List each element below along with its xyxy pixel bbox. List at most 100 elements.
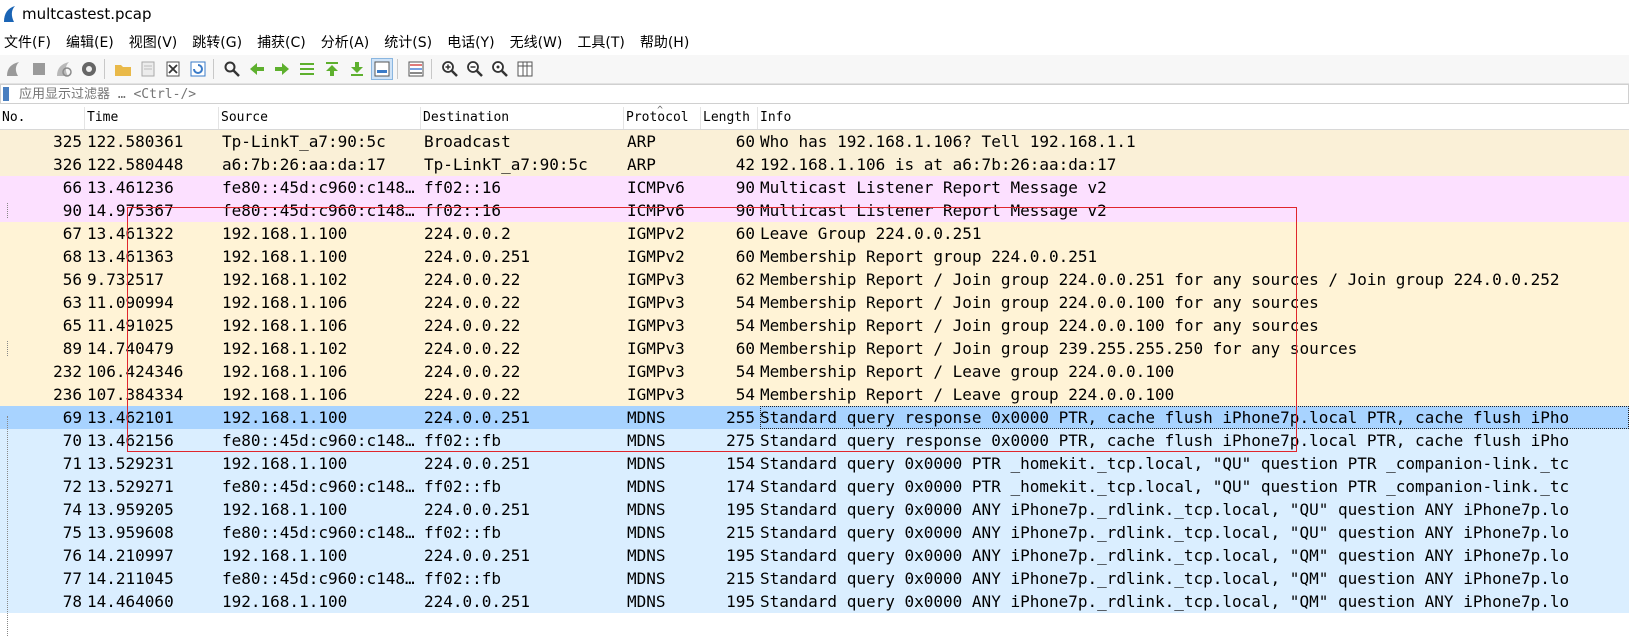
menu-statistics[interactable]: 统计(S) — [384, 32, 432, 52]
column-header-no[interactable]: No. — [0, 107, 85, 129]
auto-scroll-icon[interactable] — [371, 58, 393, 80]
packet-time: 122.580448 — [87, 155, 184, 174]
packet-protocol: IGMPv3 — [627, 339, 685, 358]
packet-destination: 224.0.0.22 — [424, 339, 521, 358]
zoom-in-icon[interactable] — [439, 58, 461, 80]
packet-info: Membership Report / Join group 224.0.0.1… — [760, 293, 1319, 312]
packet-row[interactable]: 69 13.462101 192.168.1.100 224.0.0.251 MDNS 2… — [0, 406, 1629, 429]
packet-row[interactable]: 68 13.461363 192.168.1.100 224.0.0.251 IGMPv… — [0, 245, 1629, 268]
packet-source: 192.168.1.100 — [222, 408, 348, 427]
packet-time: 13.462156 — [87, 431, 174, 450]
packet-source: 192.168.1.102 — [222, 270, 348, 289]
related-packet-tree-line — [7, 416, 8, 637]
packet-info: Membership Report / Leave group 224.0.0.… — [760, 362, 1175, 381]
packet-no: 68 — [62, 247, 82, 266]
packet-destination: ff02::fb — [424, 569, 502, 588]
open-file-icon[interactable] — [112, 58, 134, 80]
packet-source: a6:7b:26:aa:da:17 — [222, 155, 386, 174]
packet-no: 325 — [53, 132, 82, 151]
packet-protocol: MDNS — [627, 431, 666, 450]
packet-row[interactable]: 75 13.959608 fe80::45d:c960:c148… ff02::fb M… — [0, 521, 1629, 544]
start-capture-icon[interactable] — [3, 58, 25, 80]
packet-row[interactable]: 71 13.529231 192.168.1.100 224.0.0.251 MDNS 1… — [0, 452, 1629, 475]
reload-icon[interactable] — [187, 58, 209, 80]
packet-row[interactable]: 236 107.384334 192.168.1.106 224.0.0.22 IGMP… — [0, 383, 1629, 406]
colorize-icon[interactable] — [405, 58, 427, 80]
packet-row[interactable]: 325 122.580361 Tp-LinkT_a7:90:5c Broadcast A… — [0, 130, 1629, 153]
packet-row[interactable]: 326 122.580448 a6:7b:26:aa:da:17 Tp-LinkT_a… — [0, 153, 1629, 176]
go-first-icon[interactable] — [321, 58, 343, 80]
packet-row[interactable]: 76 14.210997 192.168.1.100 224.0.0.251 MDNS 1… — [0, 544, 1629, 567]
packet-source: 192.168.1.106 — [222, 362, 348, 381]
packet-row[interactable]: 72 13.529271 fe80::45d:c960:c148… ff02::fb M… — [0, 475, 1629, 498]
packet-row[interactable]: 66 13.461236 fe80::45d:c960:c148… ff02::16 I… — [0, 176, 1629, 199]
packet-source: fe80::45d:c960:c148… — [222, 569, 415, 588]
restart-capture-icon[interactable] — [53, 58, 75, 80]
packet-destination: 224.0.0.251 — [424, 454, 530, 473]
menu-edit[interactable]: 编辑(E) — [66, 32, 114, 52]
packet-info: Standard query 0x0000 ANY iPhone7p._rdli… — [760, 500, 1570, 519]
packet-row[interactable]: 56 9.732517 192.168.1.102 224.0.0.22 IGMPv3 6… — [0, 268, 1629, 291]
filter-bookmark-icon[interactable] — [3, 87, 9, 101]
packet-row[interactable]: 70 13.462156 fe80::45d:c960:c148… ff02::fb M… — [0, 429, 1629, 452]
window-title: multcastest.pcap — [22, 5, 152, 23]
packet-protocol: IGMPv3 — [627, 362, 685, 381]
packet-row[interactable]: 90 14.975367 fe80::45d:c960:c148… ff02::16 I… — [0, 199, 1629, 222]
packet-protocol: MDNS — [627, 546, 666, 565]
menu-telephony[interactable]: 电话(Y) — [447, 32, 494, 52]
capture-options-icon[interactable] — [78, 58, 100, 80]
find-packet-icon[interactable] — [221, 58, 243, 80]
column-header-source[interactable]: Source — [219, 107, 421, 129]
packet-row[interactable]: 232 106.424346 192.168.1.106 224.0.0.22 IGMP… — [0, 360, 1629, 383]
menu-tools[interactable]: 工具(T) — [577, 32, 624, 52]
menu-file[interactable]: 文件(F) — [4, 32, 51, 52]
close-file-icon[interactable] — [162, 58, 184, 80]
menu-capture[interactable]: 捕获(C) — [257, 32, 306, 52]
packet-length: 275 — [726, 431, 755, 450]
go-forward-icon[interactable] — [271, 58, 293, 80]
column-header-length[interactable]: Length — [701, 107, 758, 129]
packet-row[interactable]: 77 14.211045 fe80::45d:c960:c148… ff02::fb M… — [0, 567, 1629, 590]
packet-row[interactable]: 65 11.491025 192.168.1.106 224.0.0.22 IGMPv3… — [0, 314, 1629, 337]
display-filter-input[interactable] — [19, 86, 619, 102]
packet-info: Membership Report / Join group 224.0.0.2… — [760, 270, 1560, 289]
packet-row[interactable]: 67 13.461322 192.168.1.100 224.0.0.2 IGMPv2 6… — [0, 222, 1629, 245]
packet-no: 56 — [62, 270, 82, 289]
go-last-icon[interactable] — [346, 58, 368, 80]
zoom-out-icon[interactable] — [464, 58, 486, 80]
packet-no: 66 — [62, 178, 82, 197]
column-header-time[interactable]: Time — [85, 107, 219, 129]
packet-protocol: MDNS — [627, 408, 666, 427]
packet-source: 192.168.1.106 — [222, 316, 348, 335]
packet-no: 74 — [62, 500, 82, 519]
menu-analyze[interactable]: 分析(A) — [321, 32, 370, 52]
column-header-info[interactable]: Info — [758, 107, 1629, 129]
packet-protocol: IGMPv2 — [627, 247, 685, 266]
menu-wireless[interactable]: 无线(W) — [510, 32, 563, 52]
packet-info: Standard query 0x0000 PTR _homekit._tcp.… — [760, 477, 1570, 496]
packet-time: 14.211045 — [87, 569, 174, 588]
go-to-packet-icon[interactable] — [296, 58, 318, 80]
packet-row[interactable]: 89 14.740479 192.168.1.102 224.0.0.22 IGMPv3… — [0, 337, 1629, 360]
packet-no: 63 — [62, 293, 82, 312]
packet-destination: ff02::16 — [424, 178, 502, 197]
stop-capture-icon[interactable] — [28, 58, 50, 80]
packet-row[interactable]: 63 11.090994 192.168.1.106 224.0.0.22 IGMPv3… — [0, 291, 1629, 314]
packet-protocol: MDNS — [627, 592, 666, 611]
packet-length: 215 — [726, 523, 755, 542]
resize-columns-icon[interactable] — [514, 58, 536, 80]
packet-time: 13.959205 — [87, 500, 174, 519]
packet-row[interactable]: 74 13.959205 192.168.1.100 224.0.0.251 MDNS 1… — [0, 498, 1629, 521]
menu-help[interactable]: 帮助(H) — [640, 32, 689, 52]
packet-protocol: MDNS — [627, 477, 666, 496]
packet-protocol: ARP — [627, 155, 656, 174]
packet-time: 13.529271 — [87, 477, 174, 496]
go-back-icon[interactable] — [246, 58, 268, 80]
menu-view[interactable]: 视图(V) — [129, 32, 178, 52]
menu-go[interactable]: 跳转(G) — [192, 32, 242, 52]
zoom-normal-icon[interactable] — [489, 58, 511, 80]
column-header-destination[interactable]: Destination — [421, 107, 624, 129]
save-file-icon[interactable] — [137, 58, 159, 80]
toolbar-separator — [397, 59, 398, 79]
packet-row[interactable]: 78 14.464060 192.168.1.100 224.0.0.251 MDNS 1… — [0, 590, 1629, 613]
